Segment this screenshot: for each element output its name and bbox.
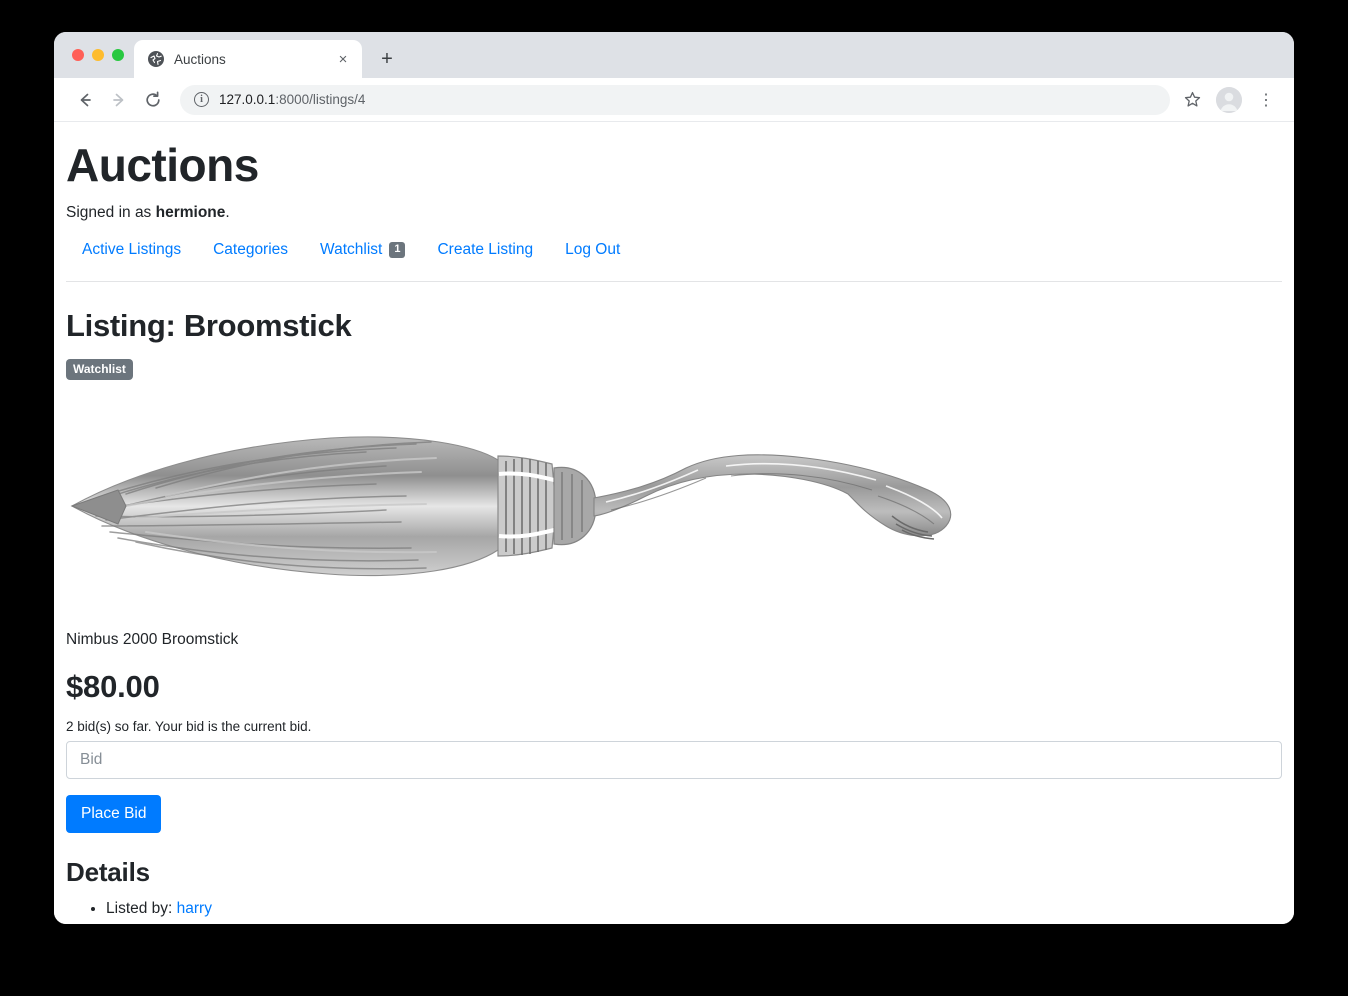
reload-icon[interactable] xyxy=(138,85,168,115)
url-path: :8000/listings/4 xyxy=(275,92,365,107)
bid-input[interactable] xyxy=(66,741,1282,779)
url-host: 127.0.0.1 xyxy=(219,92,275,107)
maximize-window-button[interactable] xyxy=(112,49,124,61)
forward-icon[interactable] xyxy=(104,85,134,115)
divider xyxy=(66,281,1282,282)
minimize-window-button[interactable] xyxy=(92,49,104,61)
avatar[interactable] xyxy=(1216,87,1242,113)
detail-label: Listed by: xyxy=(106,900,177,917)
signed-in-prefix: Signed in as xyxy=(66,204,156,221)
globe-icon xyxy=(148,51,164,67)
url-text: 127.0.0.1:8000/listings/4 xyxy=(219,92,365,107)
list-item: Listed by: harry xyxy=(106,897,1282,921)
listing-title: Listing: Broomstick xyxy=(66,308,1282,344)
window-controls xyxy=(54,32,134,78)
tab-strip: Auctions × + xyxy=(54,32,1294,78)
broomstick-sketch-icon xyxy=(66,398,966,613)
info-icon[interactable]: i xyxy=(194,92,209,107)
page-content: Auctions Signed in as hermione. Active L… xyxy=(54,122,1294,924)
tab-title: Auctions xyxy=(174,52,324,67)
listing-description: Nimbus 2000 Broomstick xyxy=(66,631,1282,649)
page-title: Auctions xyxy=(66,122,1282,192)
new-tab-button[interactable]: + xyxy=(372,44,402,74)
signed-in-username: hermione xyxy=(156,204,226,221)
back-icon[interactable] xyxy=(70,85,100,115)
nav-item-categories[interactable]: Categories xyxy=(197,235,304,265)
close-window-button[interactable] xyxy=(72,49,84,61)
bid-status-text: 2 bid(s) so far. Your bid is the current… xyxy=(66,719,1282,734)
more-menu-icon[interactable]: ⋮ xyxy=(1252,86,1280,114)
browser-window: Auctions × + i 127.0.0.1:8000/listings/4 xyxy=(54,32,1294,924)
browser-tab-auctions[interactable]: Auctions × xyxy=(134,40,362,78)
nav-label: Categories xyxy=(213,241,288,259)
page-container: Auctions Signed in as hermione. Active L… xyxy=(66,122,1282,924)
nav-item-create-listing[interactable]: Create Listing xyxy=(421,235,549,265)
signed-in-suffix: . xyxy=(225,204,229,221)
list-item: Category: No Category Listed xyxy=(106,921,1282,924)
nav-item-watchlist[interactable]: Watchlist 1 xyxy=(304,235,421,265)
signed-in-status: Signed in as hermione. xyxy=(66,204,1282,222)
status-badge: Watchlist xyxy=(66,359,133,380)
nav-item-log-out[interactable]: Log Out xyxy=(549,235,636,265)
nav-label: Watchlist xyxy=(320,241,382,259)
address-bar[interactable]: i 127.0.0.1:8000/listings/4 xyxy=(180,85,1170,115)
nav-label: Create Listing xyxy=(437,241,533,259)
listing-price: $80.00 xyxy=(66,669,1282,705)
watchlist-count-badge: 1 xyxy=(389,242,405,258)
details-list: Listed by: harry Category: No Category L… xyxy=(66,897,1282,924)
listing-image xyxy=(66,398,966,613)
close-icon[interactable]: × xyxy=(334,50,352,68)
nav-label: Log Out xyxy=(565,241,620,259)
nav-item-active-listings[interactable]: Active Listings xyxy=(66,235,197,265)
star-icon[interactable] xyxy=(1178,86,1206,114)
details-heading: Details xyxy=(66,857,1282,888)
browser-toolbar: i 127.0.0.1:8000/listings/4 ⋮ xyxy=(54,78,1294,122)
place-bid-button[interactable]: Place Bid xyxy=(66,795,161,834)
nav-label: Active Listings xyxy=(82,241,181,259)
main-navigation: Active Listings Categories Watchlist 1 Cr… xyxy=(66,235,1282,265)
seller-link[interactable]: harry xyxy=(177,900,212,917)
